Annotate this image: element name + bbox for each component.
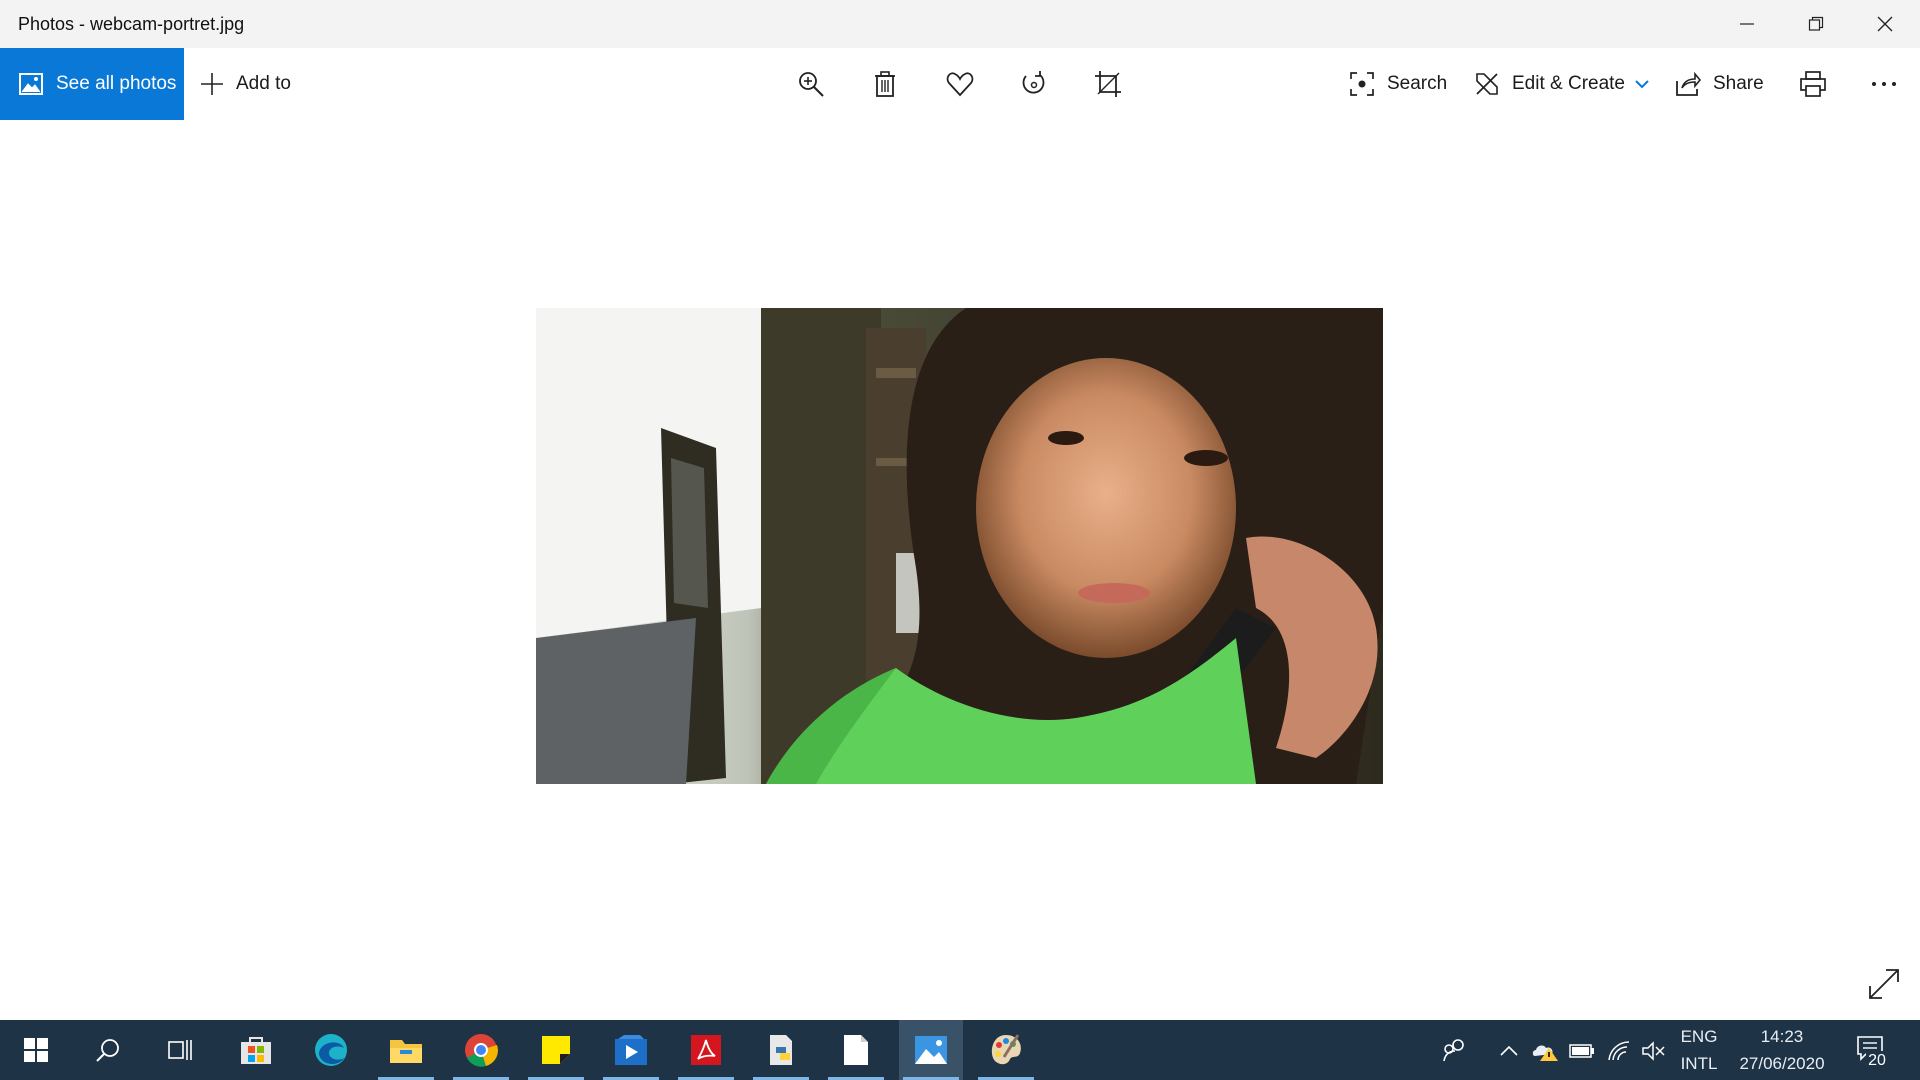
share-icon: [1676, 71, 1701, 96]
minimize-button[interactable]: [1712, 0, 1781, 48]
rotate-button[interactable]: [1018, 68, 1050, 100]
wifi-icon: [1608, 1041, 1630, 1061]
taskbar-notepad[interactable]: [824, 1020, 888, 1080]
heart-icon: [946, 72, 974, 97]
share-button[interactable]: Share: [1675, 48, 1764, 120]
battery-button[interactable]: [1569, 1040, 1595, 1062]
delete-button[interactable]: [869, 68, 901, 100]
taskbar-media-player[interactable]: [599, 1020, 663, 1080]
taskbar-sticky-notes[interactable]: [524, 1020, 588, 1080]
task-view-icon: [168, 1040, 192, 1060]
onedrive-warning-button[interactable]: [1531, 1040, 1559, 1062]
add-to-label: Add to: [236, 73, 291, 94]
taskbar-file-explorer[interactable]: [374, 1020, 438, 1080]
search-button[interactable]: Search: [1349, 48, 1447, 120]
start-button[interactable]: [4, 1020, 68, 1080]
delete-icon: [875, 71, 895, 97]
close-button[interactable]: [1850, 0, 1919, 48]
keyboard-layout[interactable]: INTL: [1671, 1054, 1727, 1074]
portrait-photo: [536, 308, 1383, 784]
chevron-down-icon: [1635, 80, 1649, 89]
taskbar-microsoft-store[interactable]: [224, 1020, 288, 1080]
close-icon: [1877, 16, 1892, 32]
clock-time[interactable]: 14:23: [1730, 1027, 1834, 1047]
add-to-button[interactable]: Add to: [200, 48, 291, 120]
input-language[interactable]: ENG: [1671, 1027, 1727, 1047]
acrobat-icon: [691, 1035, 721, 1065]
network-button[interactable]: [1606, 1040, 1632, 1062]
photos-icon: [915, 1036, 947, 1064]
zoom-button[interactable]: [795, 68, 827, 100]
plus-icon: [201, 73, 223, 95]
see-all-photos-label: See all photos: [56, 73, 177, 94]
taskbar-acrobat[interactable]: [674, 1020, 738, 1080]
share-label: Share: [1713, 73, 1764, 94]
crop-button[interactable]: [1092, 68, 1124, 100]
search-icon: [96, 1039, 119, 1062]
see-all-photos-button[interactable]: See all photos: [0, 48, 184, 120]
edit-create-icon: [1476, 73, 1498, 95]
cloud-warning-icon: [1532, 1045, 1558, 1061]
paint-palette-icon: [991, 1034, 1021, 1065]
folder-icon: [390, 1040, 422, 1063]
task-view-button[interactable]: [148, 1020, 212, 1080]
edit-create-button[interactable]: Edit & Create: [1474, 48, 1649, 120]
notification-count-badge: 20: [1866, 1051, 1888, 1071]
visual-search-icon: [1350, 72, 1374, 96]
print-button[interactable]: [1797, 68, 1829, 100]
people-button[interactable]: [1424, 1020, 1484, 1080]
python-file-icon: [770, 1035, 792, 1065]
file-icon: [844, 1035, 868, 1065]
show-hidden-icons-button[interactable]: [1496, 1040, 1522, 1062]
taskbar-search-button[interactable]: [76, 1020, 140, 1080]
people-icon: [1443, 1039, 1464, 1062]
clock-date[interactable]: 27/06/2020: [1730, 1054, 1834, 1074]
rotate-icon: [1022, 71, 1045, 94]
restore-button[interactable]: [1781, 0, 1850, 48]
store-icon: [241, 1037, 271, 1064]
photo-gallery-icon: [19, 73, 43, 95]
photo-viewer-image[interactable]: [536, 308, 1383, 784]
title-bar: Photos - webcam-portret.jpg: [0, 0, 1920, 48]
sticky-notes-icon: [542, 1036, 570, 1064]
volume-button[interactable]: [1640, 1040, 1666, 1062]
fullscreen-button[interactable]: [1866, 966, 1902, 1002]
window-title: Photos - webcam-portret.jpg: [18, 14, 245, 34]
taskbar-chrome[interactable]: [449, 1020, 513, 1080]
chevron-up-icon: [1500, 1045, 1518, 1056]
favorite-button[interactable]: [944, 68, 976, 100]
chrome-icon: [465, 1034, 498, 1067]
taskbar: [0, 1020, 1920, 1080]
expand-icon: [1869, 969, 1899, 999]
crop-icon: [1095, 71, 1121, 97]
volume-muted-icon: [1642, 1041, 1665, 1061]
windows-logo-icon: [24, 1038, 48, 1062]
edit-create-label: Edit & Create: [1512, 73, 1625, 94]
restore-icon: [1808, 16, 1823, 31]
taskbar-paint[interactable]: [974, 1020, 1038, 1080]
media-player-icon: [615, 1035, 647, 1065]
search-label: Search: [1387, 73, 1448, 94]
more-icon: [1872, 82, 1896, 86]
more-button[interactable]: [1868, 68, 1900, 100]
print-icon: [1800, 71, 1826, 97]
battery-icon: [1569, 1044, 1594, 1058]
toolbar: See all photos Add to Search Edit & Crea…: [0, 48, 1920, 120]
taskbar-photos[interactable]: [899, 1020, 963, 1080]
taskbar-python[interactable]: [749, 1020, 813, 1080]
zoom-icon: [799, 72, 824, 97]
edge-icon: [315, 1034, 347, 1066]
minimize-icon: [1739, 23, 1754, 25]
taskbar-edge[interactable]: [299, 1020, 363, 1080]
action-center-button[interactable]: 20: [1856, 1033, 1900, 1073]
